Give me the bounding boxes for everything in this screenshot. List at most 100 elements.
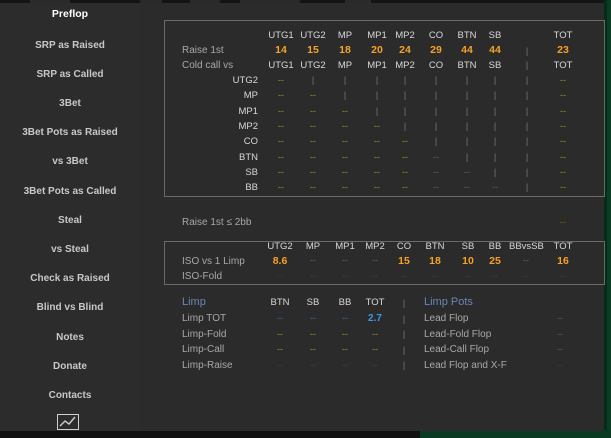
stat-value[interactable]: 2.7 [358,313,392,324]
stat-value[interactable]: -- [358,344,392,354]
sidebar-item-donate[interactable]: Donate [0,361,140,372]
stat-value[interactable]: -- [509,271,543,281]
stat-value[interactable]: 16 [546,255,580,267]
stat-cell[interactable]: -- [296,152,330,162]
sidebar-item-steal[interactable]: Steal [0,215,140,226]
stat-cell[interactable]: -- [328,167,362,177]
sidebar-item-3bet[interactable]: 3Bet [0,98,140,109]
sidebar-item-contacts[interactable]: Contacts [0,390,140,401]
stat-cell: | [525,182,529,193]
stat-cell[interactable]: -- [328,121,362,131]
sidebar-item-srp-as-called[interactable]: SRP as Called [0,69,140,80]
stat-cell[interactable]: -- [296,167,330,177]
stat-cell[interactable]: -- [546,136,580,146]
sidebar-item-3bet-pots-as-raised[interactable]: 3Bet Pots as Raised [0,127,140,138]
stat-value[interactable]: 15 [296,44,330,56]
sidebar-item-vs-3bet[interactable]: vs 3Bet [0,156,140,167]
sidebar-item-vs-steal[interactable]: vs Steal [0,244,140,255]
stat-cell[interactable]: -- [264,90,298,100]
stat-cell[interactable]: -- [296,136,330,146]
stat-value[interactable]: -- [387,271,421,281]
stat-value[interactable]: -- [263,313,297,323]
stat-value[interactable]: -- [328,255,362,265]
stat-value[interactable]: 8.6 [263,255,297,267]
stat-value[interactable]: -- [263,344,297,354]
stat-cell[interactable]: -- [546,121,580,131]
sidebar-item-srp-as-raised[interactable]: SRP as Raised [0,40,140,51]
stat-cell[interactable]: -- [264,136,298,146]
stat-value[interactable]: -- [358,360,392,370]
stat-cell[interactable]: -- [419,182,453,192]
stat-value[interactable]: -- [296,271,330,281]
stat-value[interactable]: -- [548,360,572,370]
stat-value[interactable]: -- [263,329,297,339]
stat-value[interactable]: -- [328,313,362,323]
stat-value[interactable]: 44 [478,44,512,56]
stat-cell[interactable]: -- [546,90,580,100]
stat-value[interactable]: -- [548,344,572,354]
stat-cell[interactable]: -- [388,152,422,162]
stat-value[interactable]: -- [548,329,572,339]
stat-cell[interactable]: -- [328,136,362,146]
stat-cell[interactable]: -- [546,75,580,85]
stat-value[interactable]: -- [296,329,330,339]
stat-value[interactable]: -- [296,255,330,265]
section-title-limp-pots: Limp Pots [424,296,473,308]
stat-cell[interactable]: -- [328,152,362,162]
stat-cell[interactable]: -- [328,182,362,192]
stat-value[interactable]: -- [263,360,297,370]
sidebar-item-3bet-pots-as-called[interactable]: 3Bet Pots as Called [0,186,140,197]
sidebar-item-preflop[interactable]: Preflop [0,8,140,20]
stat-cell[interactable]: -- [296,90,330,100]
stat-cell[interactable]: -- [546,106,580,116]
stat-value[interactable]: -- [546,271,580,281]
sidebar-item-check-as-raised[interactable]: Check as Raised [0,273,140,284]
stat-value[interactable]: -- [328,329,362,339]
stat-value[interactable]: -- [548,313,572,323]
stat-value[interactable]: 18 [328,44,362,56]
stat-value[interactable]: -- [296,344,330,354]
stat-value[interactable]: -- [418,271,452,281]
stat-cell[interactable]: -- [296,121,330,131]
stat-value[interactable]: -- [328,344,362,354]
stat-cell[interactable]: -- [388,167,422,177]
stat-cell[interactable]: -- [328,106,362,116]
stat-value[interactable]: -- [358,329,392,339]
stat-cell[interactable]: -- [419,152,453,162]
stat-value[interactable]: 23 [546,44,580,56]
stat-value[interactable]: -- [328,271,362,281]
stat-cell[interactable]: -- [264,106,298,116]
stat-value[interactable]: 29 [419,44,453,56]
line-chart-icon[interactable] [57,414,79,430]
stat-value[interactable]: -- [296,360,330,370]
stat-cell[interactable]: -- [264,121,298,131]
stat-value[interactable]: 15 [387,255,421,267]
stat-value[interactable]: 25 [478,255,512,267]
stat-value[interactable]: -- [296,313,330,323]
stat-cell[interactable]: -- [264,182,298,192]
stat-cell[interactable]: -- [388,136,422,146]
stat-value[interactable]: -- [478,271,512,281]
stat-cell[interactable]: -- [546,167,580,177]
stat-value[interactable]: -- [550,217,576,227]
sidebar-item-notes[interactable]: Notes [0,332,140,343]
col-header: UTG1 [268,60,294,71]
stat-cell[interactable]: -- [264,75,298,85]
stat-value[interactable]: -- [328,360,362,370]
stat-cell[interactable]: -- [388,182,422,192]
stat-value[interactable]: -- [263,271,297,281]
stat-cell[interactable]: -- [264,167,298,177]
sidebar-item-blind-vs-blind[interactable]: Blind vs Blind [0,302,140,313]
stat-cell[interactable]: -- [546,152,580,162]
stat-cell[interactable]: -- [296,182,330,192]
col-header: CO [428,60,444,71]
stat-value[interactable]: 24 [388,44,422,56]
stat-cell[interactable]: -- [478,182,512,192]
stat-cell[interactable]: -- [296,106,330,116]
stat-cell[interactable]: -- [546,182,580,192]
stat-cell[interactable]: -- [264,152,298,162]
stat-value[interactable]: -- [509,255,543,265]
stat-value[interactable]: 14 [264,44,298,56]
stat-cell[interactable]: -- [419,167,453,177]
stat-value[interactable]: 18 [418,255,452,267]
